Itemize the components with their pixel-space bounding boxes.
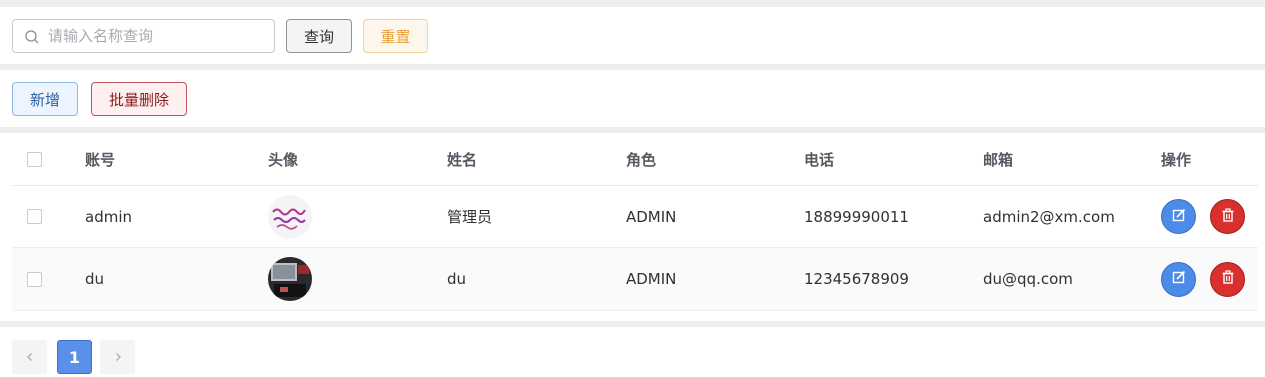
reset-button[interactable]: 重置 bbox=[363, 19, 428, 53]
cell-role: ADMIN bbox=[626, 207, 677, 226]
pagination: 1 bbox=[0, 327, 1265, 377]
avatar bbox=[268, 257, 312, 301]
next-page-button[interactable] bbox=[100, 340, 135, 374]
chevron-right-icon bbox=[113, 348, 123, 366]
search-input-wrapper[interactable] bbox=[12, 19, 275, 53]
avatar bbox=[268, 194, 312, 239]
search-icon bbox=[24, 29, 40, 45]
cell-account: du bbox=[85, 270, 105, 288]
edit-icon bbox=[1172, 208, 1186, 226]
table-row: admin 管理员 ADMIN 18899990011 admin2@xm.co… bbox=[12, 186, 1258, 248]
cell-phone: 18899990011 bbox=[804, 207, 909, 226]
table-panel: 账号 头像 姓名 角色 电话 邮箱 操作 admin 管理员 ADMIN 188… bbox=[0, 133, 1265, 321]
column-header-account: 账号 bbox=[85, 150, 116, 169]
chevron-left-icon bbox=[25, 348, 35, 366]
cell-email: admin2@xm.com bbox=[983, 207, 1115, 226]
row-checkbox[interactable] bbox=[27, 271, 42, 287]
search-input[interactable] bbox=[48, 20, 268, 52]
row-checkbox[interactable] bbox=[27, 209, 42, 224]
delete-button[interactable] bbox=[1210, 261, 1245, 297]
cell-name: 管理员 bbox=[447, 208, 493, 226]
delete-button[interactable] bbox=[1210, 199, 1245, 234]
action-panel: 新增 批量删除 bbox=[0, 70, 1265, 127]
column-header-avatar: 头像 bbox=[268, 150, 299, 169]
delete-icon bbox=[1221, 207, 1235, 226]
batch-delete-button[interactable]: 批量删除 bbox=[91, 82, 187, 116]
table-row: du du ADMIN 12345678909 du@qq.com bbox=[12, 248, 1258, 311]
search-panel: 查询 重置 bbox=[0, 7, 1265, 64]
column-header-actions: 操作 bbox=[1161, 150, 1192, 169]
prev-page-button[interactable] bbox=[12, 340, 47, 374]
cell-name: du bbox=[447, 270, 467, 288]
query-button[interactable]: 查询 bbox=[286, 19, 352, 53]
edit-button[interactable] bbox=[1161, 261, 1196, 297]
add-button[interactable]: 新增 bbox=[12, 82, 78, 116]
column-header-role: 角色 bbox=[626, 150, 657, 169]
delete-icon bbox=[1221, 270, 1235, 288]
edit-icon bbox=[1172, 270, 1186, 288]
column-header-name: 姓名 bbox=[447, 150, 478, 169]
cell-email: du@qq.com bbox=[983, 270, 1073, 288]
cell-role: ADMIN bbox=[626, 270, 677, 288]
column-header-phone: 电话 bbox=[804, 150, 835, 169]
page-number-button[interactable]: 1 bbox=[57, 340, 92, 374]
cell-phone: 12345678909 bbox=[804, 270, 909, 288]
column-header-email: 邮箱 bbox=[983, 150, 1014, 169]
cell-account: admin bbox=[85, 207, 132, 226]
select-all-checkbox[interactable] bbox=[27, 151, 42, 167]
edit-button[interactable] bbox=[1161, 199, 1196, 234]
table-header-row: 账号 头像 姓名 角色 电话 邮箱 操作 bbox=[12, 133, 1258, 186]
